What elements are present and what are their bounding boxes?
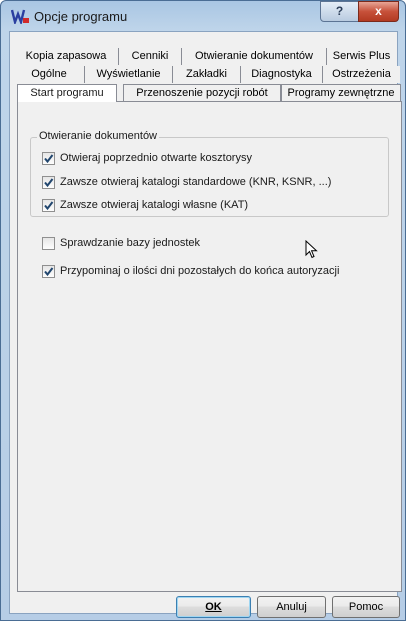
tab-ostrzezenia[interactable]: Ostrzeżenia	[322, 66, 400, 83]
app-logo-icon	[11, 9, 29, 24]
help-button[interactable]: ?	[320, 1, 359, 22]
checkbox-katalogi-wlasne[interactable]	[42, 199, 55, 212]
tab-otwieranie-dokumentow[interactable]: Otwieranie dokumentów	[181, 48, 326, 65]
window-title: Opcje programu	[34, 9, 128, 24]
tab-przenoszenie-pozycji-robot[interactable]: Przenoszenie pozycji robót	[123, 84, 281, 101]
tab-kopia-zapasowa[interactable]: Kopia zapasowa	[14, 48, 118, 65]
cancel-button[interactable]: Anuluj	[257, 596, 326, 618]
check-mark-icon	[44, 154, 54, 164]
label-przypominaj[interactable]: Przypominaj o ilości dni pozostałych do …	[60, 265, 339, 277]
checkbox-sprawdzanie-bazy[interactable]	[42, 237, 55, 250]
tab-ogolne[interactable]: Ogólne	[14, 66, 84, 83]
tab-zakladki[interactable]: Zakładki	[172, 66, 240, 83]
label-otwieraj-poprzednio[interactable]: Otwieraj poprzednio otwarte kosztorysy	[60, 152, 252, 164]
label-katalogi-wlasne[interactable]: Zawsze otwieraj katalogi własne (KAT)	[60, 199, 248, 211]
group-title: Otwieranie dokumentów	[37, 130, 160, 142]
tab-programy-zewnetrzne[interactable]: Programy zewnętrzne	[281, 84, 401, 101]
label-sprawdzanie-bazy[interactable]: Sprawdzanie bazy jednostek	[60, 237, 200, 249]
check-mark-icon	[44, 178, 54, 188]
cancel-button-label: Anuluj	[276, 601, 307, 613]
ok-button-label: OK	[205, 601, 222, 613]
options-window: Opcje programu ? x Kopia zapasowa Cennik…	[0, 0, 406, 621]
close-button[interactable]: x	[358, 1, 399, 22]
tab-start-programu[interactable]: Start programu	[17, 84, 117, 102]
mouse-cursor-icon	[305, 240, 318, 259]
title-bar[interactable]: Opcje programu ? x	[1, 1, 405, 31]
tab-wyswietlanie[interactable]: Wyświetlanie	[84, 66, 172, 83]
tab-cenniki[interactable]: Cenniki	[118, 48, 181, 65]
check-mark-icon	[44, 267, 54, 277]
label-katalogi-standardowe[interactable]: Zawsze otwieraj katalogi standardowe (KN…	[60, 176, 331, 188]
checkbox-otwieraj-poprzednio[interactable]	[42, 152, 55, 165]
tab-row-1: Kopia zapasowa Cenniki Otwieranie dokume…	[14, 48, 396, 65]
tab-row-3: Start programu Przenoszenie pozycji robó…	[17, 84, 403, 102]
help-dialog-button[interactable]: Pomoc	[332, 596, 400, 618]
help-dialog-button-label: Pomoc	[348, 601, 384, 613]
checkbox-przypominaj[interactable]	[42, 265, 55, 278]
checkbox-katalogi-standardowe[interactable]	[42, 176, 55, 189]
ok-button[interactable]: OK	[176, 596, 251, 618]
tab-row-2: Ogólne Wyświetlanie Zakładki Diagnostyka…	[14, 66, 400, 83]
check-mark-icon	[44, 201, 54, 211]
tab-serwis-plus[interactable]: Serwis Plus	[326, 48, 396, 65]
tab-diagnostyka[interactable]: Diagnostyka	[240, 66, 322, 83]
